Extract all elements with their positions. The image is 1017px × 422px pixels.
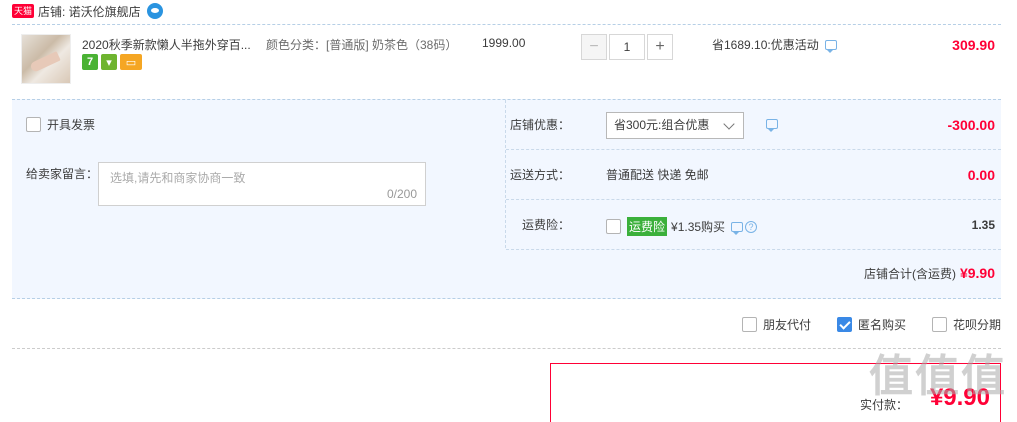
shipping-method: 普通配送 快递 免邮 — [606, 168, 709, 182]
friend-pay-option[interactable]: 朋友代付 — [741, 316, 811, 333]
huabei-checkbox[interactable] — [931, 317, 947, 332]
promo-info: 省1689.10:优惠活动 — [712, 36, 837, 53]
insurance-price: ¥1.35购买 — [671, 220, 726, 234]
quantity-stepper: − 1 + — [581, 34, 673, 60]
friend-pay-label: 朋友代付 — [762, 318, 811, 332]
guarantee-shield-icon: ▾ — [101, 54, 117, 70]
watermark-logo: 值值值 — [869, 352, 1007, 401]
promo-text: 省1689.10:优惠活动 — [712, 38, 819, 52]
coupon-label: 店铺优惠： — [509, 118, 570, 132]
memo-textarea[interactable]: 选填,请先和商家协商一致 0/200 — [98, 162, 426, 206]
huabei-label: 花呗分期 — [952, 318, 1001, 332]
insurance-row: 运费险： 运费险 ¥1.35购买 ? 1.35 — [506, 200, 1001, 250]
qty-input[interactable]: 1 — [609, 34, 645, 60]
shop-total-amount: ¥9.90 — [959, 265, 995, 281]
coupon-amount: -300.00 — [947, 117, 995, 133]
sku-info: 颜色分类：[普通版] 奶茶色（38码） — [266, 38, 458, 52]
help-icon[interactable]: ? — [745, 220, 758, 233]
order-item-row: 2020秋季新款懒人半拖外穿百... 7 ▾ ▭ 颜色分类：[普通版] 奶茶色（… — [12, 25, 1001, 99]
invoice-option[interactable]: 开具发票 — [26, 116, 95, 133]
insurance-label: 运费险： — [521, 218, 570, 232]
shop-name-link[interactable]: 店铺: 诺沃伦旗舰店 — [38, 3, 141, 20]
qty-increase-button[interactable]: + — [647, 34, 673, 60]
shipping-row: 运送方式： 普通配送 快递 免邮 0.00 — [506, 150, 1001, 200]
invoice-checkbox[interactable] — [26, 117, 41, 132]
qty-decrease-button[interactable]: − — [581, 34, 607, 60]
anonymous-label: 匿名购买 — [857, 318, 906, 332]
invoice-label: 开具发票 — [47, 118, 96, 132]
friend-pay-checkbox[interactable] — [741, 317, 757, 332]
insurance-option[interactable]: 运费险 ¥1.35购买 ? — [606, 217, 758, 236]
insurance-checkbox[interactable] — [606, 219, 621, 234]
insurance-message-icon[interactable] — [731, 221, 744, 235]
shop-total: 店铺合计(含运费) ¥9.90 — [864, 265, 995, 282]
huabei-option[interactable]: 花呗分期 — [931, 316, 1001, 333]
memo-placeholder: 选填,请先和商家协商一致 — [110, 171, 246, 185]
tmall-badge: 天猫 — [12, 4, 35, 18]
shop-header: 天猫 店铺: 诺沃伦旗舰店 — [12, 0, 163, 22]
memo-label: 给卖家留言： — [26, 167, 99, 181]
product-thumbnail[interactable] — [21, 34, 71, 84]
shipping-label: 运送方式： — [509, 168, 570, 182]
item-subtotal: 309.90 — [952, 37, 995, 53]
left-column: 开具发票 给卖家留言： 选填,请先和商家协商一致 0/200 — [12, 100, 506, 248]
anonymous-checkbox[interactable] — [836, 317, 852, 332]
shop-total-label: 店铺合计(含运费) — [863, 267, 956, 281]
message-icon[interactable] — [824, 39, 837, 53]
insurance-tag: 运费险 — [627, 217, 668, 236]
coupon-row: 店铺优惠： 省300元:组合优惠 -300.00 — [506, 100, 1001, 150]
divider — [12, 348, 1001, 349]
coupon-select[interactable]: 省300元:组合优惠 — [606, 112, 744, 139]
seven-day-return-icon: 7 — [82, 54, 98, 70]
shipping-amount: 0.00 — [967, 167, 995, 183]
unit-price: 1999.00 — [482, 36, 526, 50]
anonymous-option[interactable]: 匿名购买 — [836, 316, 906, 333]
product-title-link[interactable]: 2020秋季新款懒人半拖外穿百... — [82, 36, 260, 53]
service-tags: 7 ▾ ▭ — [82, 54, 142, 70]
wangwang-chat-icon[interactable] — [146, 3, 163, 19]
order-options-block: 开具发票 给卖家留言： 选填,请先和商家协商一致 0/200 店铺优惠： 省30… — [12, 99, 1001, 299]
insurance-amount: 1.35 — [971, 218, 995, 232]
memo-char-count: 0/200 — [386, 187, 417, 201]
credit-card-icon: ▭ — [120, 54, 142, 70]
payment-options: 朋友代付 匿名购买 花呗分期 — [716, 316, 1001, 333]
coupon-message-icon[interactable] — [766, 119, 778, 132]
